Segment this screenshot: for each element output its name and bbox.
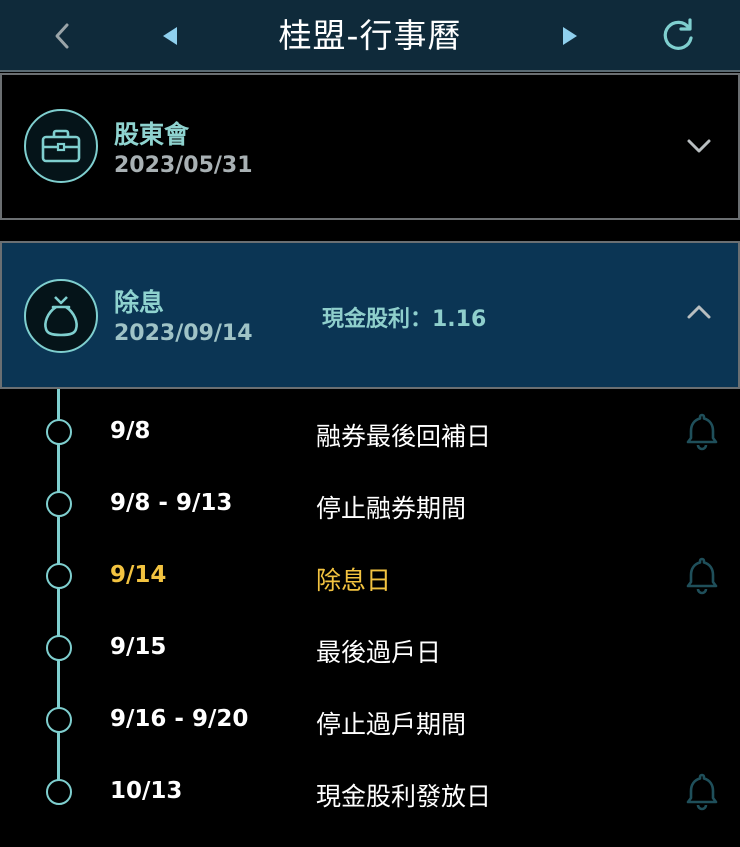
- cash-dividend-value: 現金股利：1.16: [322, 307, 487, 332]
- timeline-label: 停止融券期間: [316, 494, 467, 523]
- chevron-up-icon: [687, 305, 711, 319]
- next-stock-button[interactable]: [538, 0, 602, 72]
- page-title: 桂盟-行事曆: [278, 16, 462, 55]
- timeline-label: 現金股利發放日: [316, 782, 492, 811]
- event-card-ex-dividend[interactable]: 除息 2023/09/14 現金股利：1.16: [0, 241, 740, 389]
- timeline-row: 9/8 融券最後回補日: [0, 389, 740, 461]
- bell-icon[interactable]: [682, 411, 722, 451]
- timeline-dot: [46, 779, 72, 805]
- chevron-down-icon: [687, 139, 711, 153]
- previous-stock-button[interactable]: [138, 0, 202, 72]
- timeline-label: 停止過戶期間: [316, 710, 467, 739]
- timeline-date: 9/14: [110, 562, 167, 588]
- back-button[interactable]: [30, 0, 94, 72]
- event-card-shareholders-meeting[interactable]: 股東會 2023/05/31: [0, 73, 740, 220]
- timeline-dot: [46, 419, 72, 445]
- timeline-row: 9/8 - 9/13 停止融券期間: [0, 461, 740, 533]
- calendar-page: 桂盟-行事曆 股東會 2023/05/31 除息 2023/09/14 現金股利…: [0, 0, 740, 847]
- event-title: 股東會: [114, 120, 190, 149]
- event-date: 2023/05/31: [114, 153, 253, 178]
- refresh-button[interactable]: [646, 0, 710, 72]
- expand-button[interactable]: [684, 131, 714, 161]
- collapse-button[interactable]: [684, 297, 714, 327]
- triangle-right-icon: [563, 27, 577, 45]
- timeline-date: 10/13: [110, 778, 183, 804]
- timeline-dot: [46, 491, 72, 517]
- event-icon-container: [24, 279, 98, 353]
- timeline-label: 最後過戶日: [316, 638, 442, 667]
- timeline-dot: [46, 563, 72, 589]
- timeline-date: 9/8 - 9/13: [110, 490, 233, 516]
- timeline-row: 9/16 - 9/20 停止過戶期間: [0, 677, 740, 749]
- bell-icon[interactable]: [682, 555, 722, 595]
- briefcase-icon: [41, 129, 81, 163]
- ex-dividend-timeline: 9/8 融券最後回補日 9/8 - 9/13 停止融券期間 9/14 除息日 9…: [0, 389, 740, 847]
- chevron-left-icon: [55, 23, 69, 49]
- header-bar: 桂盟-行事曆: [0, 0, 740, 72]
- event-icon-container: [24, 109, 98, 183]
- event-title: 除息: [114, 288, 165, 317]
- refresh-icon: [663, 18, 693, 50]
- money-bag-icon: [44, 296, 78, 337]
- timeline-dot: [46, 707, 72, 733]
- timeline-label: 融券最後回補日: [316, 422, 492, 451]
- timeline-dot: [46, 635, 72, 661]
- event-date: 2023/09/14: [114, 321, 253, 346]
- bell-icon[interactable]: [682, 771, 722, 811]
- timeline-date: 9/8: [110, 418, 151, 444]
- timeline-row: 9/15 最後過戶日: [0, 605, 740, 677]
- timeline-date: 9/16 - 9/20: [110, 706, 249, 732]
- triangle-left-icon: [163, 27, 177, 45]
- timeline-row: 10/13 現金股利發放日: [0, 749, 740, 821]
- timeline-label: 除息日: [316, 566, 392, 595]
- timeline-date: 9/15: [110, 634, 167, 660]
- timeline-row-current: 9/14 除息日: [0, 533, 740, 605]
